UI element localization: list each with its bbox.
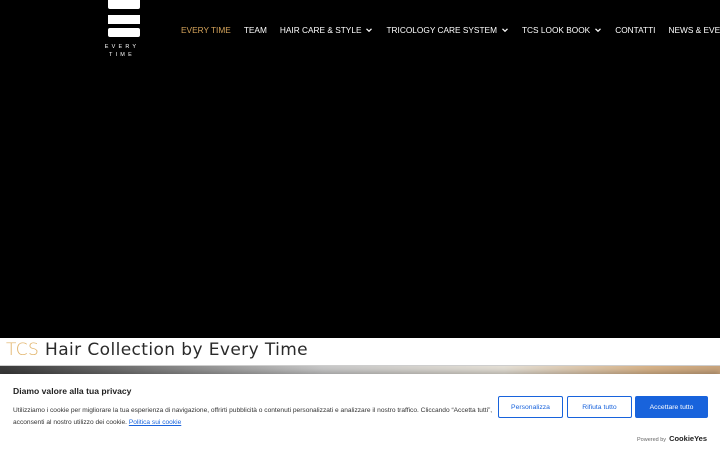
logo-bar (108, 0, 140, 9)
cookieyes-logo[interactable]: CookieYes (669, 434, 707, 443)
nav-item-label: CONTATTI (615, 25, 656, 35)
main-navigation: EVERY TIME TEAM HAIR CARE & STYLE TRICOLOGY… (181, 24, 720, 36)
logo-bar (108, 28, 140, 37)
nav-item-hair-care-style[interactable]: HAIR CARE & STYLE (280, 24, 374, 36)
cookie-banner-description: Utilizziamo i cookie per migliorare la t… (13, 407, 493, 426)
page-title: TCS Hair Collection by Every Time (6, 340, 308, 360)
logo-text-line2: TIME (109, 52, 135, 58)
accept-all-button[interactable]: Accettare tutto (635, 396, 708, 418)
cookie-policy-link[interactable]: Politica sui cookie (129, 419, 181, 426)
reject-all-button[interactable]: Rifiuta tutto (567, 396, 632, 418)
chevron-down-icon[interactable] (365, 26, 373, 34)
powered-by-label: Powered by (637, 437, 667, 443)
logo[interactable]: EVERY TIME (104, 0, 140, 60)
nav-item-team[interactable]: TEAM (244, 24, 267, 36)
cookie-banner: Diamo valore alla tua privacy Utilizziam… (0, 374, 720, 450)
nav-item-label: NEWS & EVENTI (668, 25, 720, 35)
logo-bar (108, 15, 140, 24)
page-title-accent: TCS (6, 340, 40, 360)
nav-item-tricology-care-system[interactable]: TRICOLOGY CARE SYSTEM (386, 24, 509, 36)
chevron-down-icon[interactable] (501, 26, 509, 34)
nav-item-label: EVERY TIME (181, 25, 231, 35)
nav-item-contatti[interactable]: CONTATTI (615, 24, 655, 36)
page-title-rest: Hair Collection by Every Time (39, 340, 309, 360)
nav-item-label: TRICOLOGY CARE SYSTEM (386, 25, 497, 35)
customize-button[interactable]: Personalizza (498, 396, 563, 418)
hero-image (0, 366, 720, 374)
nav-item-label: HAIR CARE & STYLE (279, 25, 362, 35)
nav-item-label: TCS LOOK BOOK (521, 25, 591, 35)
nav-item-tcs-look-book[interactable]: TCS LOOK BOOK (522, 24, 602, 36)
nav-item-label: TEAM (243, 25, 267, 35)
cookie-banner-heading: Diamo valore alla tua privacy (13, 386, 132, 396)
cookie-banner-text: Utilizziamo i cookie per migliorare la t… (13, 405, 493, 429)
logo-text-line1: EVERY (104, 44, 140, 50)
chevron-down-icon[interactable] (594, 26, 602, 34)
powered-by: Powered by CookieYes (637, 434, 707, 443)
nav-item-every-time[interactable]: EVERY TIME (181, 24, 231, 36)
nav-item-news-eventi[interactable]: NEWS & EVENTI (668, 24, 720, 36)
